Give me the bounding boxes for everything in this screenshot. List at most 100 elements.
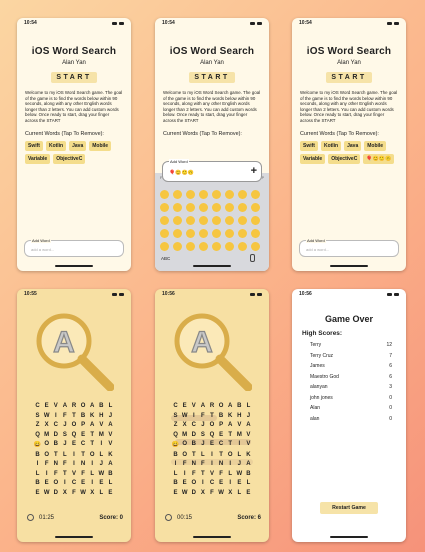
grid-letter[interactable]: C	[217, 441, 226, 448]
emoji-key[interactable]	[212, 242, 221, 251]
grid-letter[interactable]: V	[244, 432, 253, 438]
start-button[interactable]: START	[326, 72, 372, 83]
microphone-icon[interactable]	[250, 254, 255, 262]
grid-letter[interactable]: I	[207, 461, 216, 467]
emoji-key[interactable]	[225, 242, 234, 251]
grid-letter[interactable]: W	[235, 471, 244, 477]
grid-letter[interactable]: T	[79, 452, 88, 458]
grid-letter[interactable]: L	[171, 471, 180, 477]
grid-letter[interactable]: A	[226, 403, 235, 409]
grid-letter[interactable]: R	[69, 403, 78, 409]
grid-letter[interactable]: J	[60, 422, 69, 428]
grid-letter[interactable]: L	[244, 403, 253, 409]
emoji-key[interactable]	[212, 190, 221, 199]
grid-letter[interactable]: X	[226, 490, 235, 496]
grid-letter[interactable]: D	[189, 490, 198, 496]
grid-letter[interactable]: T	[51, 452, 60, 458]
grid-letter[interactable]: 😀	[171, 441, 180, 448]
grid-letter[interactable]: S	[198, 432, 207, 438]
grid-letter[interactable]: O	[69, 422, 78, 428]
emoji-key[interactable]	[251, 242, 260, 251]
grid-letter[interactable]: A	[244, 422, 253, 428]
grid-letter[interactable]: Q	[69, 432, 78, 438]
emoji-key[interactable]	[212, 216, 221, 225]
grid-letter[interactable]: M	[180, 432, 189, 438]
emoji-key[interactable]	[160, 229, 169, 238]
grid-letter[interactable]: O	[42, 452, 51, 458]
grid-letter[interactable]: D	[189, 432, 198, 438]
grid-letter[interactable]: N	[79, 461, 88, 467]
emoji-key[interactable]	[199, 229, 208, 238]
grid-letter[interactable]: B	[79, 413, 88, 419]
grid-letter[interactable]: V	[244, 441, 253, 448]
word-chip[interactable]: ObjectiveC	[328, 153, 361, 164]
grid-letter[interactable]: I	[69, 461, 78, 467]
grid-letter[interactable]: N	[189, 461, 198, 467]
grid-letter[interactable]: H	[235, 413, 244, 419]
start-button[interactable]: START	[51, 72, 97, 83]
emoji-key[interactable]	[238, 203, 247, 212]
word-chip[interactable]: Kotlin	[320, 140, 342, 151]
word-chip[interactable]: Swift	[25, 140, 43, 151]
grid-letter[interactable]: X	[60, 490, 69, 496]
grid-letter[interactable]: X	[180, 422, 189, 428]
word-chip[interactable]: Variable	[300, 153, 326, 164]
grid-letter[interactable]: V	[235, 422, 244, 428]
grid-letter[interactable]: B	[106, 471, 115, 477]
add-word-field[interactable]: Add Word add a word...	[299, 238, 399, 257]
grid-letter[interactable]: A	[88, 422, 97, 428]
emoji-key[interactable]	[238, 216, 247, 225]
grid-letter[interactable]: S	[33, 413, 42, 419]
grid-letter[interactable]: N	[51, 461, 60, 467]
emoji-key[interactable]	[173, 216, 182, 225]
grid-letter[interactable]: E	[42, 480, 51, 486]
grid-letter[interactable]: J	[106, 413, 115, 419]
abc-key[interactable]: ABC	[161, 256, 170, 261]
grid-letter[interactable]: J	[198, 441, 207, 448]
emoji-key[interactable]	[160, 190, 169, 199]
grid-letter[interactable]: J	[244, 413, 253, 419]
grid-letter[interactable]: L	[97, 452, 106, 458]
grid-letter[interactable]: I	[189, 413, 198, 419]
restart-game-button[interactable]: Restart Game	[320, 502, 378, 514]
emoji-key[interactable]	[186, 203, 195, 212]
grid-letter[interactable]: M	[42, 432, 51, 438]
grid-letter[interactable]: I	[33, 461, 42, 467]
emoji-key[interactable]	[160, 216, 169, 225]
grid-letter[interactable]: X	[88, 490, 97, 496]
grid-letter[interactable]: W	[217, 490, 226, 496]
grid-letter[interactable]: W	[97, 471, 106, 477]
grid-letter[interactable]: N	[217, 461, 226, 467]
grid-letter[interactable]: C	[69, 480, 78, 486]
emoji-grid[interactable]	[160, 190, 264, 251]
grid-letter[interactable]: J	[198, 422, 207, 428]
emoji-key[interactable]	[251, 190, 260, 199]
grid-letter[interactable]: A	[60, 403, 69, 409]
grid-letter[interactable]: C	[207, 480, 216, 486]
emoji-key[interactable]	[212, 229, 221, 238]
grid-letter[interactable]: T	[226, 441, 235, 448]
grid-letter[interactable]: K	[106, 452, 115, 458]
grid-letter[interactable]: X	[198, 490, 207, 496]
grid-letter[interactable]: L	[244, 480, 253, 486]
emoji-key[interactable]	[225, 216, 234, 225]
grid-letter[interactable]: E	[69, 441, 78, 448]
grid-letter[interactable]: F	[60, 461, 69, 467]
emoji-key[interactable]	[186, 242, 195, 251]
emoji-keyboard[interactable]: FREQUENTLY USED SMILEYS & P ABC	[155, 173, 269, 271]
word-chip[interactable]: ObjectiveC	[53, 153, 86, 164]
grid-letter[interactable]: W	[180, 490, 189, 496]
grid-letter[interactable]: O	[180, 452, 189, 458]
add-word-field-active[interactable]: Add Word 🎈😊🙂🙃 +	[162, 159, 262, 182]
grid-letter[interactable]: B	[97, 403, 106, 409]
grid-letter[interactable]: L	[235, 452, 244, 458]
grid-letter[interactable]: B	[33, 452, 42, 458]
letter-grid[interactable]: C E V A R O A B L S W I F T B K H J Z X C J O P A V A Q M D S Q E T M V 😀 O B J…	[33, 403, 115, 496]
grid-letter[interactable]: F	[180, 461, 189, 467]
grid-letter[interactable]: W	[42, 490, 51, 496]
grid-letter[interactable]: J	[60, 441, 69, 448]
add-word-field[interactable]: Add Word add a word...	[24, 238, 124, 257]
grid-letter[interactable]: Z	[171, 422, 180, 428]
grid-letter[interactable]: T	[226, 432, 235, 438]
grid-letter[interactable]: B	[33, 480, 42, 486]
